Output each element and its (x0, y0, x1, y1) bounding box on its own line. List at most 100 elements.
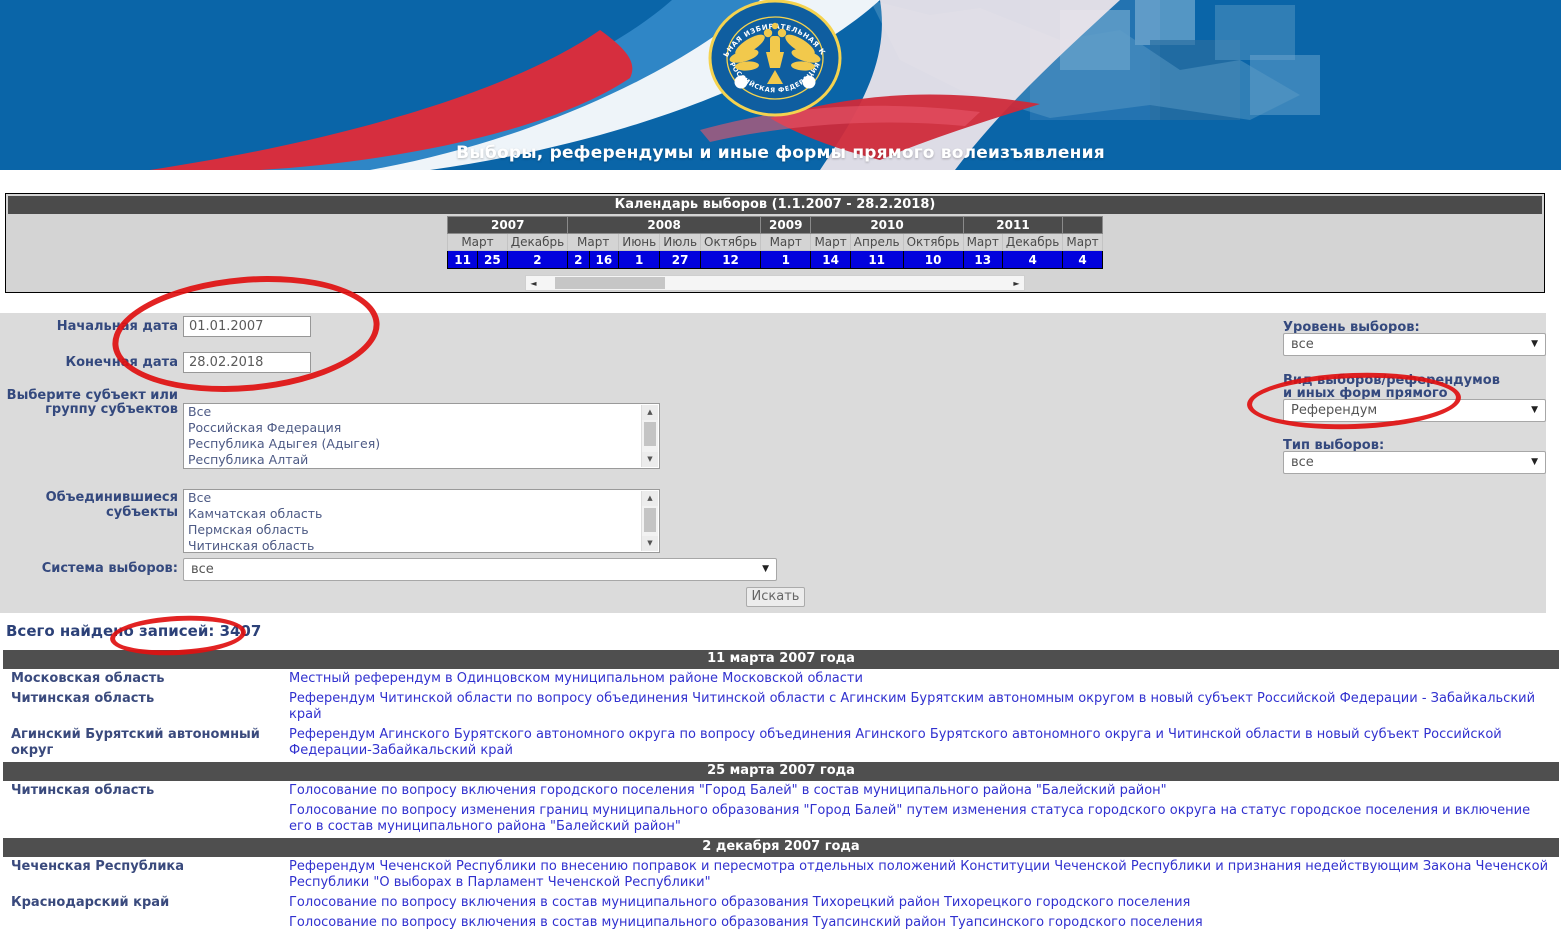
calendar-scrollbar[interactable]: ◄ ► (525, 275, 1025, 291)
listbox-option[interactable]: Все (184, 404, 659, 420)
result-link[interactable]: Голосование по вопросу включения городск… (289, 783, 1167, 798)
result-link[interactable]: Референдум Читинской области по вопросу … (289, 691, 1535, 722)
result-link[interactable]: Местный референдум в Одинцовском муницип… (289, 671, 863, 686)
scroll-up-icon[interactable]: ▲ (642, 491, 658, 506)
listbox-option[interactable]: Пермская область (184, 522, 659, 538)
result-row: Голосование по вопросу включения в соста… (3, 914, 1559, 933)
election-level-select[interactable]: все ▼ (1283, 333, 1546, 356)
result-cell: Референдум Чеченской Республики по внесе… (285, 858, 1559, 893)
calendar-day-link[interactable]: 2 (506, 250, 569, 269)
result-link[interactable]: Голосование по вопросу изменения границ … (289, 803, 1530, 834)
merged-subjects-listbox[interactable]: ▲ ▼ Все Камчатская область Пермская област… (183, 489, 660, 553)
calendar-day-link[interactable]: 4 (1001, 250, 1064, 269)
calendar-month: Июнь (618, 233, 661, 251)
ballot-ball-right (802, 75, 816, 89)
listbox-scroll-thumb[interactable] (644, 508, 656, 532)
calendar-month: Март (1062, 233, 1103, 251)
calendar-day-link[interactable]: 4 (1062, 250, 1103, 269)
listbox-option[interactable]: Республика Башкортостан (184, 468, 659, 469)
calendar-month: Октябрь (902, 233, 964, 251)
end-date-label: Конечная дата (65, 355, 179, 370)
subject-label-line1: Выберите субъект или (6, 388, 178, 403)
calendar-day-link[interactable]: 1 (618, 250, 661, 269)
chevron-down-icon: ▼ (1531, 405, 1538, 415)
election-system-value: все (191, 562, 214, 577)
subject-label-line2: группу субъектов (45, 402, 178, 417)
subject-listbox[interactable]: ▲ ▼ Все Российская Федерация Республика Ад… (183, 403, 660, 469)
result-row: Голосование по вопросу изменения границ … (3, 802, 1559, 837)
listbox-option[interactable]: Российская Федерация (184, 420, 659, 436)
calendar-scrollbar-track[interactable] (541, 276, 1009, 290)
listbox-scrollbar[interactable]: ▲ ▼ (641, 405, 658, 467)
result-cell: Голосование по вопросу изменения границ … (285, 802, 1559, 837)
calendar-year: 2011 (962, 216, 1064, 234)
region-cell: Читинская область (11, 691, 155, 706)
listbox-option[interactable]: Все (184, 490, 659, 506)
listbox-option[interactable]: Республика Алтай (184, 452, 659, 468)
result-link[interactable]: Голосование по вопросу включения в соста… (289, 895, 1190, 910)
calendar-day-link[interactable]: 2 (567, 250, 590, 269)
result-link[interactable]: Референдум Агинского Бурятского автономн… (289, 727, 1502, 758)
scroll-down-icon[interactable]: ▼ (642, 536, 658, 551)
calendar-month: Март (760, 233, 812, 251)
calendar-months-row: Март Декабрь Март Июнь Июль Октябрь Март Март Ап… (447, 233, 1103, 251)
calendar-day-link[interactable]: 11 (447, 250, 478, 269)
election-system-select[interactable]: все ▼ (183, 558, 777, 581)
region-cell: Агинский Бурятский автономный округ (11, 727, 260, 758)
calendar-day-link[interactable]: 13 (962, 250, 1003, 269)
search-filters: Начальная дата Конечная дата Выберите су… (0, 313, 1546, 613)
calendar-years-row: 2007 2008 2009 2010 2011 (447, 216, 1103, 234)
calendar-month: Декабрь (1001, 233, 1064, 251)
calendar-scrollbar-thumb[interactable] (555, 277, 665, 289)
scroll-up-icon[interactable]: ▲ (642, 405, 658, 420)
scroll-down-icon[interactable]: ▼ (642, 452, 658, 467)
result-link[interactable]: Референдум Чеченской Республики по внесе… (289, 859, 1548, 890)
start-date-input[interactable] (183, 316, 311, 337)
result-cell: Голосование по вопросу включения в соста… (285, 914, 1559, 933)
region-cell: Чеченская Республика (11, 859, 185, 874)
result-link[interactable]: Голосование по вопросу включения в соста… (289, 915, 1203, 930)
region-cell (3, 802, 285, 837)
calendar-day-link[interactable]: 12 (700, 250, 762, 269)
page: ЦЕНТРАЛЬНАЯ ИЗБИРАТЕЛЬНАЯ КОМИССИЯ РОССИ… (0, 0, 1561, 933)
listbox-scroll-thumb[interactable] (644, 422, 656, 446)
scroll-left-icon[interactable]: ◄ (526, 276, 541, 290)
site-title: Выборы, референдумы и иные формы прямого… (456, 143, 1105, 163)
start-date-label: Начальная дата (56, 319, 178, 334)
calendar-day-link[interactable]: 25 (477, 250, 508, 269)
result-row: Московская область Местный референдум в О… (3, 670, 1559, 689)
election-level-value: все (1291, 337, 1314, 352)
calendar-month: Март (567, 233, 620, 251)
scroll-right-icon[interactable]: ► (1009, 276, 1024, 290)
date-group-row: 25 марта 2007 года (3, 762, 1559, 781)
search-button[interactable]: Искать (746, 587, 805, 607)
election-type-select[interactable]: все ▼ (1283, 451, 1546, 474)
calendar-day-link[interactable]: 27 (659, 250, 702, 269)
calendar-day-link[interactable]: 11 (849, 250, 904, 269)
result-cell: Голосование по вопросу включения городск… (285, 782, 1559, 801)
region-cell (3, 914, 285, 933)
results-count-label: Всего найдено записей: (6, 622, 215, 640)
region-cell: Читинская область (11, 783, 155, 798)
result-row: Читинская область Референдум Читинской об… (3, 690, 1559, 725)
results-count-value: 3407 (219, 622, 262, 640)
ballot-ball-left (734, 75, 748, 89)
calendar-year: 2007 (447, 216, 569, 234)
end-date-input[interactable] (183, 352, 311, 373)
listbox-option[interactable]: Камчатская область (184, 506, 659, 522)
calendar-year: 2008 (567, 216, 762, 234)
calendar-day-link[interactable]: 1 (760, 250, 812, 269)
results-count: Всего найдено записей: 3407 (0, 620, 1561, 649)
calendar-table: 2007 2008 2009 2010 2011 Март Декабрь Март Июнь… (447, 216, 1103, 269)
calendar-year (1062, 216, 1103, 234)
calendar-day-link[interactable]: 16 (588, 250, 620, 269)
election-calendar: Календарь выборов (1.1.2007 - 28.2.2018)… (5, 193, 1545, 293)
calendar-month: Март (810, 233, 851, 251)
calendar-day-link[interactable]: 14 (810, 250, 851, 269)
election-kind-select[interactable]: Референдум ▼ (1283, 399, 1546, 422)
listbox-option[interactable]: Читинская область (184, 538, 659, 552)
site-header: ЦЕНТРАЛЬНАЯ ИЗБИРАТЕЛЬНАЯ КОМИССИЯ РОССИ… (0, 0, 1561, 170)
calendar-day-link[interactable]: 10 (902, 250, 964, 269)
listbox-option[interactable]: Республика Адыгея (Адыгея) (184, 436, 659, 452)
listbox-scrollbar[interactable]: ▲ ▼ (641, 491, 658, 551)
